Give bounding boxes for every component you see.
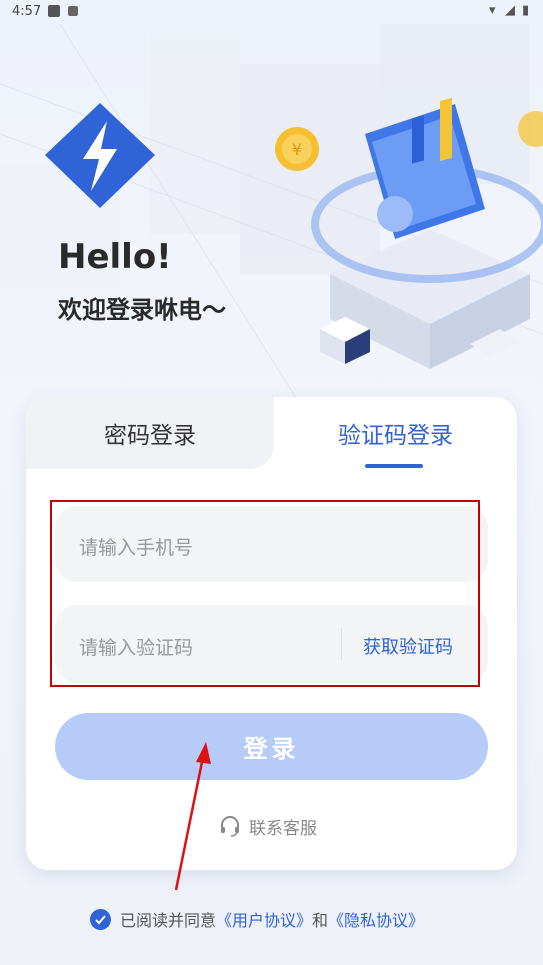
active-tab-indicator xyxy=(365,464,423,468)
login-tabs: 密码登录 验证码登录 xyxy=(26,397,517,469)
lightning-logo-icon xyxy=(45,103,155,208)
wifi-icon: ▾ xyxy=(489,3,496,18)
login-button[interactable]: 登录 xyxy=(55,713,488,780)
privacy-agreement-link[interactable]: 《隐私协议》 xyxy=(328,907,424,931)
contact-service-link[interactable]: 联系客服 xyxy=(219,814,317,839)
signal-icon: ◢ xyxy=(505,3,515,18)
contact-service-label: 联系客服 xyxy=(249,818,317,839)
hello-heading: Hello! xyxy=(58,237,172,277)
notification-icon xyxy=(48,5,60,17)
tab-password-login[interactable]: 密码登录 xyxy=(26,397,274,469)
agreement-and: 和 xyxy=(312,911,329,930)
user-agreement-link[interactable]: 《用户协议》 xyxy=(216,907,312,931)
tab-code-login[interactable]: 验证码登录 xyxy=(274,397,517,469)
agreement-row: 已阅读并同意 《用户协议》 和 《隐私协议》 xyxy=(90,906,424,932)
annotation-highlight-box xyxy=(50,500,480,687)
welcome-heading: 欢迎登录咻电～ xyxy=(58,296,226,324)
battery-icon: ▮ xyxy=(522,3,530,18)
status-bar: 4:57 ▾ ◢ ▮ xyxy=(0,0,543,24)
headset-icon xyxy=(221,816,239,837)
status-time: 4:57 xyxy=(12,4,42,19)
app-notification-icon xyxy=(68,6,78,16)
hero-illustration: ¥ xyxy=(0,24,543,404)
agreement-prefix: 已阅读并同意 xyxy=(120,911,217,930)
check-circle-icon[interactable] xyxy=(90,908,111,930)
svg-text:¥: ¥ xyxy=(292,140,302,159)
